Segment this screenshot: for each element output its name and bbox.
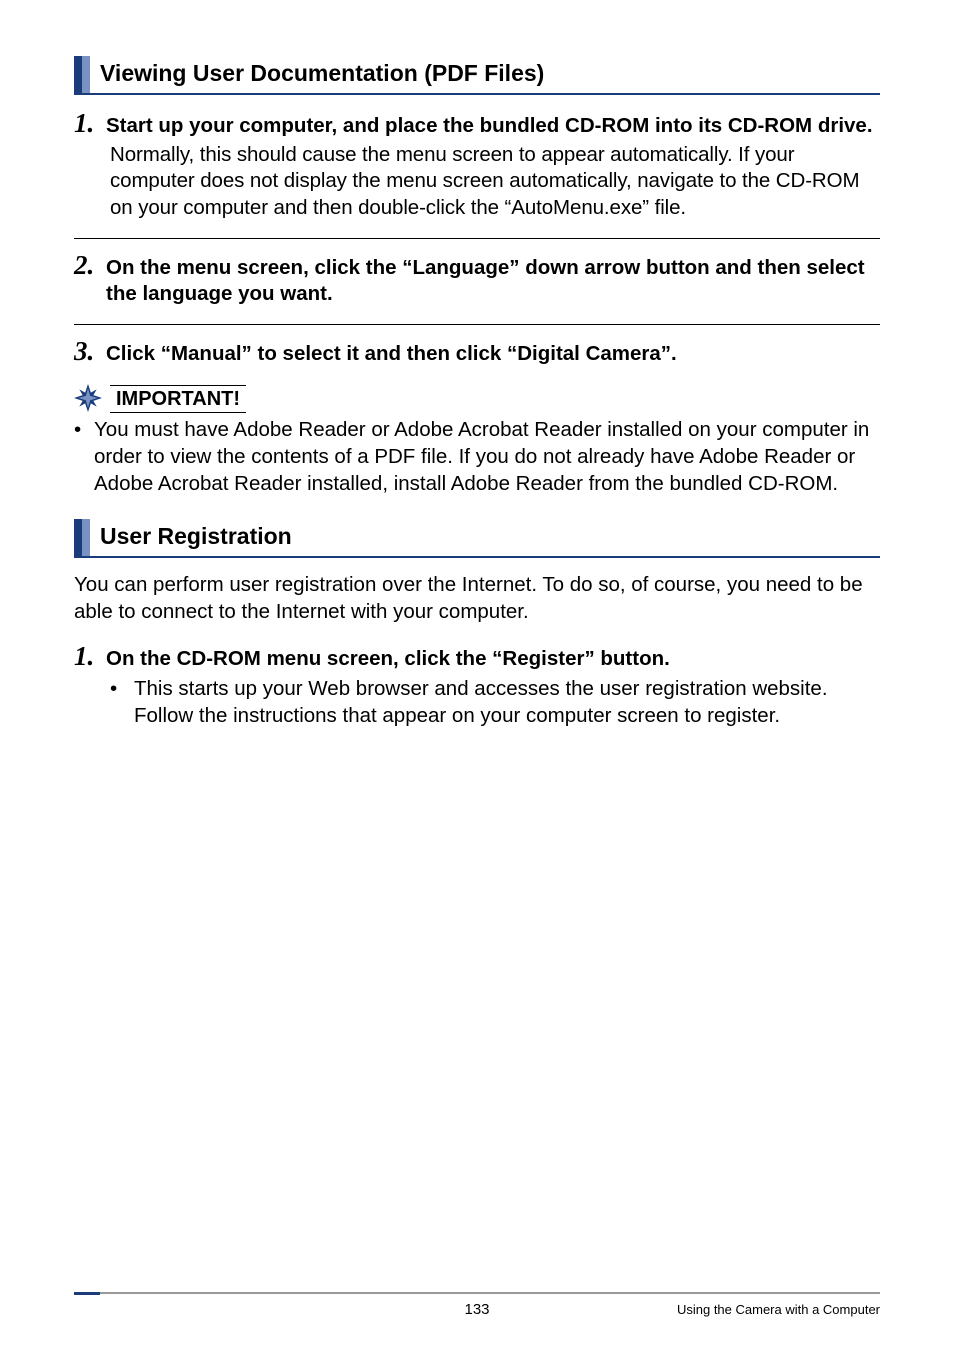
heading-bar-inner	[82, 519, 90, 556]
heading-bar-outer	[74, 519, 82, 556]
bullet-dot-icon: •	[74, 417, 88, 444]
step-1-body: Normally, this should cause the menu scr…	[110, 142, 880, 222]
section-heading-viewing-docs: Viewing User Documentation (PDF Files)	[74, 56, 880, 95]
footer-context: Using the Camera with a Computer	[677, 1302, 880, 1317]
important-label: IMPORTANT!	[110, 385, 246, 413]
section-title: Viewing User Documentation (PDF Files)	[100, 56, 544, 93]
important-star-icon	[74, 384, 102, 412]
step-number-3: 3.	[74, 337, 102, 365]
bullet-dot-icon: •	[110, 676, 128, 703]
step-divider-2	[74, 324, 880, 325]
s2-step-1-sub-text: This starts up your Web browser and acce…	[134, 676, 880, 729]
step-number-1: 1.	[74, 642, 102, 670]
step-2: 2. On the menu screen, click the “Langua…	[74, 251, 880, 308]
page-footer: 133 Using the Camera with a Computer	[74, 1292, 880, 1317]
important-bullet: • You must have Adobe Reader or Adobe Ac…	[74, 417, 880, 497]
section-heading-user-registration: User Registration	[74, 519, 880, 558]
section-title: User Registration	[100, 519, 292, 556]
page-number: 133	[464, 1301, 489, 1318]
user-registration-body: You can perform user registration over t…	[74, 572, 880, 625]
s2-step-1-title: On the CD-ROM menu screen, click the “Re…	[106, 642, 670, 673]
heading-bar-outer	[74, 56, 82, 93]
step-3-title: Click “Manual” to select it and then cli…	[106, 337, 677, 368]
step-number-1: 1.	[74, 109, 102, 137]
step-number-2: 2.	[74, 251, 102, 279]
important-bullet-text: You must have Adobe Reader or Adobe Acro…	[94, 417, 880, 497]
heading-bar-inner	[82, 56, 90, 93]
s2-step-1-sub: • This starts up your Web browser and ac…	[110, 676, 880, 729]
important-heading-row: IMPORTANT!	[74, 385, 880, 413]
step-1: 1. Start up your computer, and place the…	[74, 109, 880, 222]
step-3: 3. Click “Manual” to select it and then …	[74, 337, 880, 368]
footer-rule	[74, 1292, 880, 1296]
step-1-title: Start up your computer, and place the bu…	[106, 109, 873, 140]
step-divider-1	[74, 238, 880, 239]
s2-step-1: 1. On the CD-ROM menu screen, click the …	[74, 642, 880, 730]
step-2-title: On the menu screen, click the “Language”…	[106, 251, 880, 308]
